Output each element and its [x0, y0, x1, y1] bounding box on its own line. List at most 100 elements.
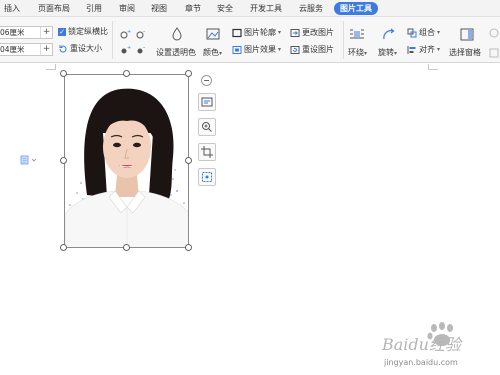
transparent-color-label[interactable]: 设置透明色 — [156, 48, 196, 58]
decrease-contrast-icon[interactable]: - — [136, 29, 147, 39]
group-icon — [407, 28, 417, 38]
check-icon: ✓ — [58, 28, 66, 36]
chevron-down-icon: ▾ — [437, 29, 441, 36]
change-picture-icon — [290, 29, 300, 37]
group-button[interactable]: 组合 ▾ — [407, 28, 440, 38]
ribbon-divider — [112, 21, 113, 59]
increase-contrast-icon[interactable]: + — [120, 29, 131, 39]
resize-handle-left[interactable] — [60, 157, 67, 164]
height-increase-button[interactable]: + — [40, 44, 52, 55]
svg-text:-: - — [143, 29, 145, 35]
tab-developer-tools[interactable]: 开发工具 — [250, 3, 282, 15]
change-picture-button[interactable]: 更改图片 — [290, 28, 334, 38]
height-spinner[interactable]: 04厘米 + — [0, 43, 53, 56]
resize-handle-top-right[interactable] — [185, 70, 192, 77]
svg-text:+: + — [127, 29, 131, 35]
align-button[interactable]: 对齐 ▾ — [407, 45, 440, 55]
crop-icon — [201, 146, 213, 158]
picture-tools-ribbon: 06厘米 + 04厘米 + ✓ 锁定纵横比 重设大小 + - + - 设置透明色… — [0, 17, 500, 63]
selection-pane-label[interactable]: 选择窗格 — [449, 48, 481, 58]
chevron-down-icon: ▾ — [364, 50, 368, 57]
align-icon — [407, 46, 416, 54]
tab-references[interactable]: 引用 — [86, 3, 102, 15]
text-wrap-icon[interactable] — [349, 27, 365, 43]
picture-color-label[interactable]: 颜色▾ — [203, 48, 222, 59]
reset-picture-icon — [290, 46, 300, 54]
chevron-down-icon: ▾ — [278, 46, 282, 53]
group-label: 组合 — [419, 28, 435, 37]
portrait-photo — [65, 75, 188, 247]
lock-ratio-label: 锁定纵横比 — [68, 27, 108, 36]
picture-edit-icon — [202, 172, 212, 182]
text-wrap-label[interactable]: 环绕▾ — [348, 48, 367, 59]
baidu-jingyan-watermark: Baidu经验 jingyan.baidu.com — [380, 318, 490, 367]
rotate-label[interactable]: 旋转▾ — [378, 48, 397, 59]
picture-color-icon[interactable] — [205, 26, 221, 42]
text-wrap-text: 环绕 — [348, 48, 364, 57]
page-corner-mark — [428, 64, 438, 70]
height-value[interactable]: 04厘米 — [0, 45, 25, 55]
selected-picture[interactable] — [64, 74, 189, 248]
chevron-down-icon: ▾ — [278, 29, 282, 36]
more-tools-icon[interactable] — [487, 27, 500, 39]
page-corner-mark — [46, 64, 56, 70]
menu-tab-bar: 插入 页面布局 引用 审阅 视图 章节 安全 开发工具 云服务 图片工具 — [0, 0, 500, 17]
reset-size-label: 重设大小 — [70, 44, 102, 53]
resize-handle-bottom[interactable] — [123, 244, 130, 251]
tab-view[interactable]: 视图 — [151, 3, 167, 15]
watermark-brand: Baidu经验 — [381, 335, 463, 354]
svg-text:-: - — [143, 45, 145, 51]
rotate-text: 旋转 — [378, 48, 394, 57]
picture-edit-button[interactable] — [198, 168, 216, 186]
tab-security[interactable]: 安全 — [217, 3, 233, 15]
zoom-preview-button[interactable] — [198, 118, 216, 136]
reset-size-icon — [59, 45, 67, 53]
layout-options-icon — [201, 97, 213, 107]
reset-picture-button[interactable]: 重设图片 — [290, 45, 334, 55]
crop-button[interactable] — [198, 143, 216, 161]
reset-size-button[interactable]: 重设大小 — [58, 44, 102, 54]
resize-handle-top-left[interactable] — [60, 70, 67, 77]
resize-handle-bottom-left[interactable] — [60, 244, 67, 251]
picture-outline-button[interactable]: 图片轮廓 ▾ — [232, 28, 281, 38]
picture-outline-label: 图片轮廓 — [244, 28, 276, 37]
picture-color-text: 颜色 — [203, 48, 219, 57]
chevron-down-icon: ▾ — [394, 50, 398, 57]
reset-picture-label: 重设图片 — [302, 45, 334, 54]
svg-text:+: + — [127, 45, 131, 51]
picture-effects-icon — [232, 46, 242, 54]
collapse-button[interactable] — [201, 75, 212, 86]
picture-effects-label: 图片效果 — [244, 45, 276, 54]
tab-picture-tools[interactable]: 图片工具 — [334, 2, 378, 15]
width-value[interactable]: 06厘米 — [0, 28, 25, 38]
rotate-icon[interactable] — [381, 27, 397, 43]
paragraph-layout-icon[interactable] — [20, 155, 38, 165]
resize-handle-right[interactable] — [185, 157, 192, 164]
align-label: 对齐 — [419, 45, 435, 54]
ribbon-divider — [343, 21, 344, 59]
width-spinner[interactable]: 06厘米 + — [0, 26, 53, 39]
resize-handle-bottom-right[interactable] — [185, 244, 192, 251]
tab-review[interactable]: 审阅 — [119, 3, 135, 15]
picture-effects-button[interactable]: 图片效果 ▾ — [232, 45, 281, 55]
watermark-url: jingyan.baidu.com — [384, 358, 458, 367]
picture-outline-icon — [232, 28, 242, 38]
tab-cloud-service[interactable]: 云服务 — [299, 3, 323, 15]
baidu-paw-logo: Baidu经验 — [381, 322, 463, 354]
transparent-color-icon[interactable] — [169, 26, 185, 42]
change-picture-label: 更改图片 — [302, 28, 334, 37]
tab-page-layout[interactable]: 页面布局 — [38, 3, 70, 15]
layout-options-button[interactable] — [198, 93, 216, 111]
more-tools-icon[interactable] — [487, 47, 500, 59]
increase-brightness-icon[interactable]: + — [120, 45, 131, 55]
tab-chapter[interactable]: 章节 — [185, 3, 201, 15]
zoom-in-icon — [202, 122, 212, 132]
decrease-brightness-icon[interactable]: - — [136, 45, 147, 55]
lock-ratio-checkbox[interactable]: ✓ 锁定纵横比 — [58, 27, 108, 37]
tab-insert[interactable]: 插入 — [4, 3, 20, 15]
resize-handle-top[interactable] — [123, 70, 130, 77]
width-increase-button[interactable]: + — [40, 27, 52, 38]
selection-pane-icon[interactable] — [459, 27, 475, 43]
chevron-down-icon: ▾ — [219, 50, 223, 57]
minus-icon — [204, 80, 209, 81]
